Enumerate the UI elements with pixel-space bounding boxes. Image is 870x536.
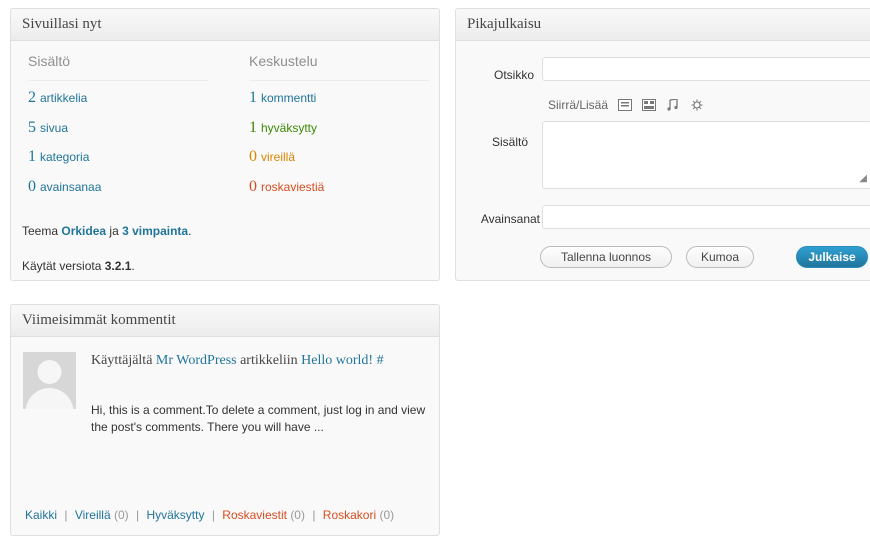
comments-count[interactable]: 1 (249, 89, 257, 106)
comment-mid: artikkeliin (236, 353, 302, 368)
publish-button[interactable]: Julkaise (796, 246, 868, 268)
discussion-heading: Keskustelu (249, 53, 318, 69)
posts-count[interactable]: 2 (28, 89, 36, 106)
filter-all-link[interactable]: Kaikki (25, 508, 57, 522)
content-tags[interactable]: 0 avainsanaa (28, 178, 101, 196)
pending-link[interactable]: vireillä (261, 150, 295, 164)
pages-count[interactable]: 5 (28, 119, 36, 136)
pending-count-badge: (0) (113, 508, 129, 522)
discussion-pending[interactable]: 0 vireillä (249, 148, 295, 166)
version-suffix: . (131, 259, 135, 273)
content-heading: Sisältö (28, 53, 71, 69)
separator: | (64, 508, 68, 522)
title-label: Otsikko (493, 68, 534, 82)
comment-excerpt: Hi, this is a comment.To delete a commen… (91, 403, 426, 434)
content-posts[interactable]: 2 artikkelia (28, 89, 87, 107)
categories-count[interactable]: 1 (28, 148, 36, 165)
right-now-widget: Sivuillasi nyt Sisältö Keskustelu 2 artik… (10, 8, 440, 281)
media-toolbar: Siirrä/Lisää (548, 98, 704, 112)
spam-link[interactable]: roskaviestiä (261, 180, 324, 194)
version-info: Käytät versiota 3.2.1. (22, 259, 135, 273)
theme-suffix: . (188, 224, 192, 238)
categories-link[interactable]: kategoria (40, 150, 89, 164)
comment-prefix: Käyttäjältä (91, 353, 156, 368)
theme-mid: ja (106, 224, 123, 238)
filter-pending-link[interactable]: Vireillä (75, 508, 111, 522)
comment-author-link[interactable]: Mr WordPress (156, 353, 237, 368)
posts-link[interactable]: artikkelia (40, 91, 87, 105)
recent-comments-title[interactable]: Viimeisimmät kommentit (11, 305, 439, 337)
comments-link[interactable]: kommentti (261, 91, 316, 105)
comment-filter-links: Kaikki | Vireillä (0) | Hyväksytty | Ros… (25, 508, 394, 522)
approved-count[interactable]: 1 (249, 119, 257, 136)
discussion-comments[interactable]: 1 kommentti (249, 89, 316, 107)
spam-count-badge: (0) (290, 508, 305, 522)
comment-meta: Käyttäjältä Mr WordPress artikkeliin Hel… (91, 350, 431, 372)
theme-info: Teema Orkidea ja 3 vimpainta. (22, 224, 191, 238)
content-textarea[interactable]: ◢ (542, 121, 870, 189)
version-prefix: Käytät versiota (22, 259, 105, 273)
discussion-divider (249, 80, 429, 81)
save-draft-button[interactable]: Tallenna luonnos (540, 246, 672, 268)
right-now-title[interactable]: Sivuillasi nyt (11, 9, 439, 41)
approved-link[interactable]: hyväksytty (261, 121, 317, 135)
discussion-approved[interactable]: 1 hyväksytty (249, 119, 317, 137)
tags-link[interactable]: avainsanaa (40, 180, 101, 194)
trash-count-badge: (0) (379, 508, 395, 522)
tags-count[interactable]: 0 (28, 178, 36, 195)
cancel-button[interactable]: Kumoa (686, 246, 754, 268)
comment-permalink[interactable]: # (373, 353, 384, 368)
comment-post-link[interactable]: Hello world! (301, 353, 373, 368)
quickpress-title[interactable]: Pikajulkaisu (456, 9, 870, 41)
recent-comments-widget: Viimeisimmät kommentit Käyttäjältä Mr Wo… (10, 304, 440, 536)
image-icon[interactable] (618, 99, 633, 111)
spam-count[interactable]: 0 (249, 178, 257, 195)
avatar (23, 352, 76, 409)
version-number: 3.2.1 (104, 259, 132, 273)
filter-approved-link[interactable]: Hyväksytty (146, 508, 204, 522)
tags-label: Avainsanat (480, 212, 540, 226)
quickpress-widget: Pikajulkaisu Otsikko Siirrä/Lisää Sisält… (455, 8, 870, 281)
tags-input[interactable] (542, 205, 870, 229)
theme-prefix: Teema (22, 224, 62, 238)
pages-link[interactable]: sivua (40, 121, 68, 135)
separator: | (135, 508, 140, 522)
video-icon[interactable] (642, 99, 657, 111)
pending-count[interactable]: 0 (249, 148, 257, 165)
content-pages[interactable]: 5 sivua (28, 119, 68, 137)
content-categories[interactable]: 1 kategoria (28, 148, 89, 166)
separator: | (312, 508, 316, 522)
separator: | (211, 508, 215, 522)
filter-trash-link[interactable]: Roskakori (323, 508, 376, 522)
filter-spam-link[interactable]: Roskaviestit (222, 508, 287, 522)
content-label: Sisältö (491, 135, 528, 149)
resize-grip-icon[interactable]: ◢ (859, 173, 867, 184)
title-input[interactable] (542, 57, 870, 81)
media-gear-icon[interactable] (690, 99, 704, 111)
discussion-spam[interactable]: 0 roskaviestiä (249, 178, 324, 196)
audio-icon[interactable] (666, 98, 680, 111)
upload-label: Siirrä/Lisää (548, 98, 609, 112)
widgets-link[interactable]: 3 vimpainta (122, 224, 188, 238)
theme-link[interactable]: Orkidea (61, 224, 106, 238)
content-divider (28, 80, 208, 81)
